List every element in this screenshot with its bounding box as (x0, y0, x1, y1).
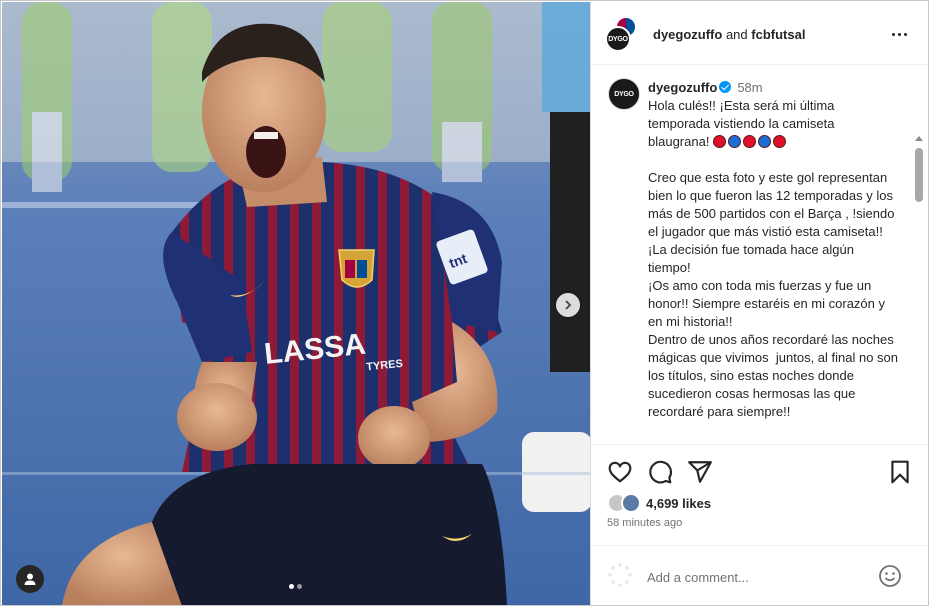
author-link[interactable]: dyegozuffo (653, 27, 722, 42)
comment-bar (591, 545, 928, 605)
caption-avatar[interactable]: DYGO (608, 78, 640, 110)
post-photo: tnt LASSA TYRES (2, 2, 590, 605)
red-circle-emoji (743, 135, 757, 148)
post-media[interactable]: tnt LASSA TYRES (2, 2, 590, 605)
post-modal: tnt LASSA TYRES DYGO dyegozuffo and fcbf… (0, 0, 929, 606)
bookmark-icon[interactable] (887, 459, 913, 485)
blue-circle-emoji (728, 135, 742, 148)
likes-count[interactable]: 4,699 likes (646, 496, 711, 511)
post-timestamp[interactable]: 58 minutes ago (607, 517, 682, 529)
comment-icon[interactable] (647, 459, 673, 485)
likes-summary[interactable]: 4,699 likes (607, 493, 711, 513)
heart-icon[interactable] (607, 459, 633, 485)
post-header: DYGO dyegozuffo and fcbfutsal (591, 2, 928, 65)
caption-paragraph-1: Hola culés!! ¡Esta será mi última tempor… (648, 98, 839, 149)
caption-username[interactable]: dyegozuffo (648, 80, 717, 95)
liker-avatar (621, 493, 641, 513)
emoji-icon[interactable] (878, 564, 902, 588)
tagged-users-button[interactable] (16, 565, 44, 593)
red-circle-emoji (773, 135, 787, 148)
caption-scroll-area[interactable]: DYGO dyegozuffo 58m Hola culés!! ¡Esta se… (591, 66, 928, 444)
post-side-panel: DYGO dyegozuffo and fcbfutsal DYGO dyego… (590, 2, 928, 605)
scroll-up-arrow[interactable] (915, 136, 923, 141)
comment-input[interactable] (647, 565, 867, 589)
post-authors: dyegozuffo and fcbfutsal (653, 27, 805, 42)
carousel-dots (289, 584, 302, 589)
post-actions: 4,699 likes 58 minutes ago (591, 444, 928, 544)
blue-circle-emoji (758, 135, 772, 148)
caption-scrollbar[interactable] (914, 132, 924, 444)
loading-spinner-icon (608, 563, 632, 587)
user-tag-icon (24, 573, 36, 585)
next-media-button[interactable] (556, 293, 580, 317)
coauthor-link[interactable]: fcbfutsal (751, 27, 805, 42)
caption: dyegozuffo 58m Hola culés!! ¡Esta será mi… (648, 79, 898, 421)
scrollbar-thumb[interactable] (915, 148, 923, 202)
red-circle-emoji (713, 135, 727, 148)
caption-time[interactable]: 58m (737, 80, 762, 95)
caption-paragraph-2: Creo que esta foto y este gol representa… (648, 170, 899, 419)
share-icon[interactable] (687, 459, 713, 485)
caption-emojis (713, 135, 787, 148)
chevron-right-icon (565, 300, 572, 310)
author-avatar[interactable]: DYGO (605, 26, 631, 52)
carousel-dot (289, 584, 294, 589)
author-connector: and (725, 27, 748, 42)
carousel-dot (297, 584, 302, 589)
collab-avatars[interactable]: DYGO (605, 16, 639, 52)
verified-badge-icon (719, 81, 732, 93)
more-icon (891, 32, 907, 36)
more-options-button[interactable] (887, 26, 911, 42)
